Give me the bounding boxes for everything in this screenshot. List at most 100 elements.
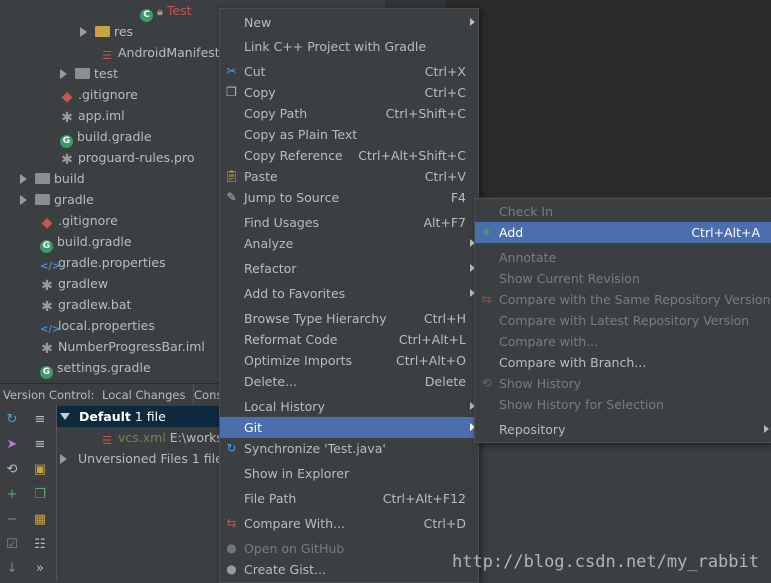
change-file-row[interactable]: ☰ vcs.xml E:\worksp — [100, 427, 231, 448]
shortcut-label: Ctrl+X — [424, 64, 466, 79]
context-menu-item-compare-with[interactable]: ⇆ Compare With... Ctrl+D — [220, 513, 478, 534]
tree-item-proguard[interactable]: ✱ proguard-rules.pro — [60, 147, 194, 168]
git-menu-item-compare-with-branch[interactable]: Compare with Branch... — [475, 352, 771, 373]
git-menu-item-compare-with-the-same-repository-version[interactable]: ⇆ Compare with the Same Repository Versio… — [475, 289, 771, 310]
jump-icon: ✎ — [226, 190, 237, 204]
context-menu-item-copy-path[interactable]: Copy Path Ctrl+Shift+C — [220, 103, 478, 124]
git-menu-item-check-in[interactable]: Check In — [475, 201, 771, 222]
context-menu-item-find-usages[interactable]: Find Usages Alt+F7 — [220, 212, 478, 233]
tree-item-label: gradlew — [58, 276, 109, 291]
context-menu-item-label: Compare With... — [244, 516, 345, 531]
checkbox-icon[interactable]: ☑ — [4, 537, 20, 553]
context-menu-item-cut[interactable]: ✂ Cut Ctrl+X — [220, 61, 478, 82]
copy-icon[interactable]: ❐ — [32, 487, 48, 503]
remove-icon[interactable]: − — [4, 512, 20, 528]
expand-arrow-icon[interactable] — [80, 27, 87, 37]
submenu-arrow-icon — [470, 18, 475, 26]
changelist-default[interactable]: Default 1 file — [60, 406, 166, 427]
context-menu-item-git[interactable]: Git — [220, 417, 478, 438]
tree-item-settings-gradle[interactable]: Gsettings.gradle — [40, 357, 151, 379]
tree-item-gradle-properties[interactable]: </>gradle.properties — [40, 252, 166, 273]
editor-area[interactable] — [446, 0, 771, 197]
tab-local-changes[interactable]: Local Changes — [102, 384, 185, 406]
context-menu-item-copy-as-plain-text[interactable]: Copy as Plain Text — [220, 124, 478, 145]
git-menu-item-annotate[interactable]: Annotate — [475, 247, 771, 268]
context-menu-item-label: Delete... — [244, 374, 297, 389]
tree-item-local-properties[interactable]: </>local.properties — [40, 315, 155, 336]
context-menu-item-refactor[interactable]: Refactor — [220, 258, 478, 279]
tree-item-gradlew[interactable]: ✱ gradlew — [40, 273, 108, 294]
context-menu-item-copy[interactable]: ❐ Copy Ctrl+C — [220, 82, 478, 103]
tree-item-gitignore[interactable]: ◆ .gitignore — [40, 210, 118, 231]
git-menu-item-show-current-revision[interactable]: Show Current Revision — [475, 268, 771, 289]
refresh-icon[interactable]: ↻ — [4, 412, 20, 428]
tree-item-res[interactable]: res — [80, 21, 133, 42]
context-menu-item-reformat-code[interactable]: Reformat Code Ctrl+Alt+L — [220, 329, 478, 350]
git-menu-item-compare-with[interactable]: Compare with... — [475, 331, 771, 352]
context-menu-item-browse-type-hierarchy[interactable]: Browse Type Hierarchy Ctrl+H — [220, 308, 478, 329]
context-menu-item-show-in-explorer[interactable]: Show in Explorer — [220, 463, 478, 484]
tree-item-build-gradle[interactable]: Gbuild.gradle — [40, 231, 132, 253]
github-icon: ● — [226, 562, 237, 576]
tree-item-test-file[interactable]: C 🔒︎ Test — [140, 0, 191, 22]
context-menu-item-local-history[interactable]: Local History — [220, 396, 478, 417]
git-menu-item-add[interactable]: + Add Ctrl+Alt+A — [475, 222, 771, 243]
history-icon[interactable]: ⟲ — [4, 462, 20, 478]
context-menu-item-file-path[interactable]: File Path Ctrl+Alt+F12 — [220, 488, 478, 509]
unversioned-files[interactable]: Unversioned Files 1 file — [60, 448, 223, 469]
git-menu-item-repository[interactable]: Repository — [475, 419, 771, 440]
context-menu-item-add-to-favorites[interactable]: Add to Favorites — [220, 283, 478, 304]
vcs-title: Version Control: — [3, 388, 95, 402]
tree-item-gradle[interactable]: gradle — [20, 189, 94, 210]
tree-item-build-gradle[interactable]: Gbuild.gradle — [60, 126, 152, 148]
context-menu-item-jump-to-source[interactable]: ✎ Jump to Source F4 — [220, 187, 478, 208]
tree-item-label: settings.gradle — [57, 360, 151, 375]
shortcut-label: Ctrl+V — [424, 169, 466, 184]
tree-item-label: build — [54, 171, 85, 186]
vcs-toolbar: ↻ ≡ ➤ ≡ ⟲ ▣ + ❐ − ▦ ☑ ☷ ↓ » — [0, 405, 57, 581]
expand-arrow-icon[interactable] — [20, 174, 27, 184]
git-menu-item-compare-with-latest-repository-version[interactable]: Compare with Latest Repository Version — [475, 310, 771, 331]
context-menu-item-synchronize-test-java[interactable]: ↻ Synchronize 'Test.java' — [220, 438, 478, 459]
add-icon[interactable]: + — [4, 487, 20, 503]
tree-item-gradlew-bat[interactable]: ✱ gradlew.bat — [40, 294, 131, 315]
tree-view-icon[interactable]: ☷ — [32, 537, 48, 553]
tree-item-npb-iml[interactable]: ✱ NumberProgressBar.iml — [40, 336, 205, 357]
arrow-down-icon[interactable]: ↓ — [4, 561, 20, 577]
git-menu-item-show-history-for-selection[interactable]: Show History for Selection — [475, 394, 771, 415]
tab-console[interactable]: Cons — [193, 384, 222, 406]
expand-arrow-icon[interactable] — [60, 454, 67, 464]
context-menu-item-delete[interactable]: Delete... Delete — [220, 371, 478, 392]
context-menu-item-label: Refactor — [244, 261, 297, 276]
shortcut-label: Ctrl+C — [424, 85, 466, 100]
context-menu-item-link-c-project-with-gradle[interactable]: Link C++ Project with Gradle — [220, 36, 478, 57]
context-menu-item-paste[interactable]: 📋︎ Paste Ctrl+V — [220, 166, 478, 187]
context-menu-item-optimize-imports[interactable]: Optimize Imports Ctrl+Alt+O — [220, 350, 478, 371]
context-menu-item-new[interactable]: New — [220, 12, 478, 33]
collapse-arrow-icon[interactable] — [60, 413, 70, 420]
context-menu-item-analyze[interactable]: Analyze — [220, 233, 478, 254]
more-icon[interactable]: » — [32, 561, 48, 577]
git-menu-item-show-history[interactable]: ⟲ Show History — [475, 373, 771, 394]
expand-arrow-icon[interactable] — [60, 69, 67, 79]
shortcut-label: Ctrl+Alt+A — [691, 225, 760, 240]
xml-icon: ☰ — [102, 434, 112, 447]
shelve-icon[interactable]: ▦ — [32, 512, 48, 528]
expand-arrow-icon[interactable] — [20, 195, 27, 205]
tree-item-test[interactable]: test — [60, 63, 118, 84]
github-icon: ● — [226, 541, 237, 555]
tree-item-app-iml[interactable]: ✱ app.iml — [60, 105, 125, 126]
tree-item-gitignore[interactable]: ◆ .gitignore — [60, 84, 138, 105]
file-icon: ✱ — [61, 152, 73, 168]
expand-all-icon[interactable]: ≡ — [32, 412, 48, 428]
group-icon[interactable]: ▣ — [32, 462, 48, 478]
context-menu-item-copy-reference[interactable]: Copy Reference Ctrl+Alt+Shift+C — [220, 145, 478, 166]
tree-item-build[interactable]: build — [20, 168, 85, 189]
class-icon: C — [140, 9, 153, 22]
commit-icon[interactable]: ➤ — [4, 437, 20, 453]
context-menu-item-create-gist[interactable]: ● Create Gist... — [220, 559, 478, 580]
context-menu-item-open-on-github[interactable]: ● Open on GitHub — [220, 538, 478, 559]
collapse-all-icon[interactable]: ≡ — [32, 437, 48, 453]
tree-item-manifest[interactable]: ☰ AndroidManifest. — [100, 42, 224, 63]
git-menu-item-label: Compare with Latest Repository Version — [499, 313, 750, 328]
